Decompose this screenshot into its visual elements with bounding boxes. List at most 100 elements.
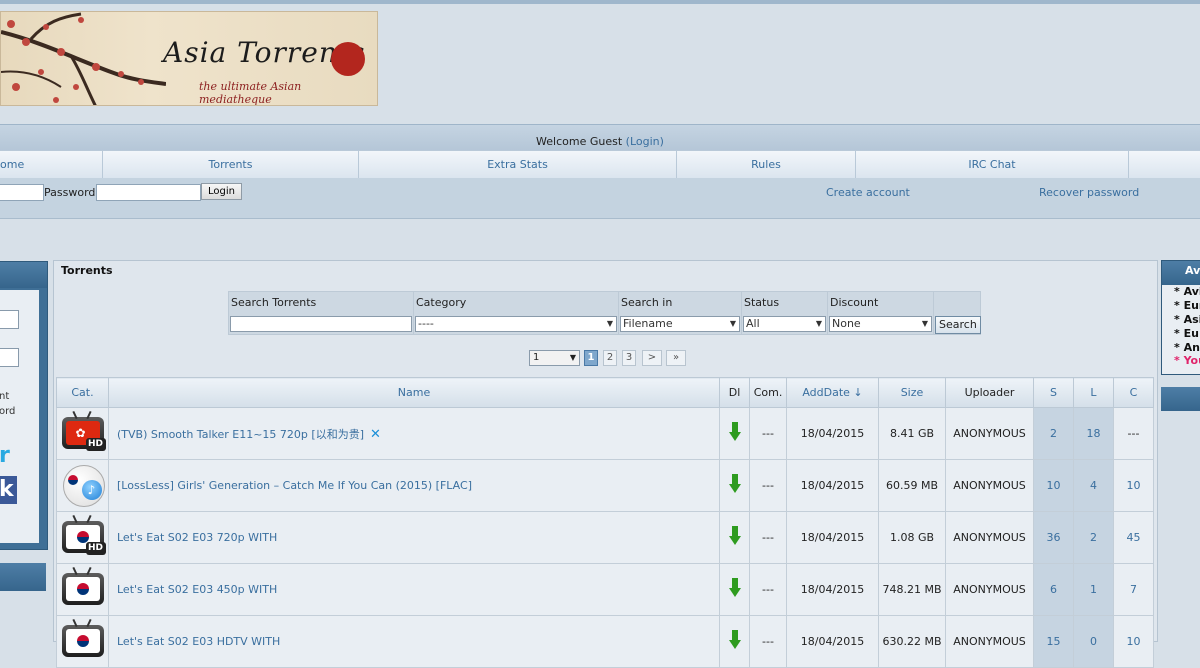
- page-3-button[interactable]: 3: [622, 350, 636, 366]
- download-arrow-icon[interactable]: [728, 422, 741, 441]
- korea-tv-icon[interactable]: [60, 618, 106, 661]
- torrent-name-cell[interactable]: Let's Eat S02 E03 HDTV WITH: [108, 615, 720, 668]
- col-seeders[interactable]: S: [1033, 377, 1074, 408]
- comments-cell[interactable]: ---: [749, 459, 787, 512]
- torrent-name-cell[interactable]: Let's Eat S02 E03 720p WITH: [108, 511, 720, 564]
- table-row: Let's Eat S02 E03 HDTV WITH --- 18/04/20…: [56, 615, 1154, 668]
- col-size[interactable]: Size: [878, 377, 946, 408]
- download-arrow-icon[interactable]: [728, 630, 741, 649]
- seeders-cell[interactable]: 6: [1033, 563, 1074, 616]
- dropdown-arrow-icon: ▼: [921, 319, 928, 328]
- right-panel-item[interactable]: * You: [1174, 354, 1200, 367]
- seeders-cell[interactable]: 36: [1033, 511, 1074, 564]
- torrent-name-link[interactable]: Let's Eat S02 E03 HDTV WITH: [117, 635, 280, 648]
- discount-select[interactable]: None ▼: [829, 316, 932, 332]
- right-panel-item[interactable]: * Eur: [1174, 299, 1200, 312]
- search-torrents-input[interactable]: [230, 316, 412, 332]
- leechers-cell[interactable]: 18: [1073, 407, 1114, 460]
- facebook-icon[interactable]: k: [0, 476, 17, 504]
- uploader-cell: ANONYMOUS: [945, 615, 1034, 668]
- right-panel-item[interactable]: * Eu: [1174, 327, 1199, 340]
- welcome-bar: Welcome Guest (Login): [0, 124, 1200, 151]
- col-name[interactable]: Name: [108, 377, 720, 408]
- torrent-name-link[interactable]: Let's Eat S02 E03 450p WITH: [117, 583, 277, 596]
- table-row: HD Let's Eat S02 E03 720p WITH --- 18/04…: [56, 511, 1154, 564]
- left-sidebar-panel: nt ord r k: [0, 261, 48, 550]
- col-leechers[interactable]: L: [1073, 377, 1114, 408]
- status-select[interactable]: All ▼: [743, 316, 826, 332]
- comments-cell[interactable]: ---: [749, 511, 787, 564]
- torrent-name-link[interactable]: (TVB) Smooth Talker E11~15 720p [以和为贵]: [117, 428, 364, 441]
- leechers-cell[interactable]: 0: [1073, 615, 1114, 668]
- right-panel-item[interactable]: * Asi: [1174, 313, 1200, 326]
- torrent-name-cell[interactable]: [LossLess] Girls' Generation – Catch Me …: [108, 459, 720, 512]
- nav-torrents[interactable]: Torrents: [103, 151, 359, 178]
- create-account-link[interactable]: Create account: [826, 186, 910, 199]
- korea-music-icon[interactable]: ♪: [60, 463, 106, 507]
- nav-home[interactable]: ome: [0, 151, 103, 178]
- completed-cell[interactable]: 10: [1113, 459, 1154, 512]
- uploader-cell: ANONYMOUS: [945, 407, 1034, 460]
- category-cell[interactable]: ♪: [56, 459, 109, 512]
- col-adddate[interactable]: AddDate ↓: [786, 377, 879, 408]
- download-arrow-icon[interactable]: [728, 578, 741, 597]
- password-input[interactable]: [96, 184, 201, 201]
- page-2-button[interactable]: 2: [603, 350, 617, 366]
- comments-cell[interactable]: ---: [749, 563, 787, 616]
- left-panel-field-1[interactable]: [0, 310, 19, 329]
- download-cell[interactable]: [719, 407, 750, 460]
- search-button[interactable]: Search: [935, 316, 981, 334]
- category-cell[interactable]: HD: [56, 511, 109, 564]
- seeders-cell[interactable]: 2: [1033, 407, 1074, 460]
- status-label: Status: [744, 296, 780, 309]
- col-completed[interactable]: C: [1113, 377, 1154, 408]
- torrent-name-cell[interactable]: Let's Eat S02 E03 450p WITH: [108, 563, 720, 616]
- right-panel-item[interactable]: * Avi: [1174, 285, 1200, 298]
- download-arrow-icon[interactable]: [728, 526, 741, 545]
- col-cat[interactable]: Cat.: [56, 377, 109, 408]
- page-1-button[interactable]: 1: [584, 350, 598, 366]
- download-cell[interactable]: [719, 511, 750, 564]
- recover-password-link[interactable]: Recover password: [1039, 186, 1139, 199]
- comments-cell[interactable]: ---: [749, 615, 787, 668]
- category-cell[interactable]: ✿ HD: [56, 407, 109, 460]
- download-cell[interactable]: [719, 615, 750, 668]
- completed-cell[interactable]: 45: [1113, 511, 1154, 564]
- leechers-cell[interactable]: 2: [1073, 511, 1114, 564]
- last-page-button[interactable]: »: [666, 350, 686, 366]
- login-button[interactable]: Login: [201, 183, 242, 200]
- seeders-cell[interactable]: 15: [1033, 615, 1074, 668]
- nav-irc-chat[interactable]: IRC Chat: [856, 151, 1129, 178]
- page-select[interactable]: 1 ▼: [529, 350, 580, 366]
- search-in-select[interactable]: Filename ▼: [620, 316, 740, 332]
- category-select[interactable]: ---- ▼: [415, 316, 617, 332]
- login-link[interactable]: (Login): [626, 135, 664, 148]
- leechers-cell[interactable]: 4: [1073, 459, 1114, 512]
- seeders-cell[interactable]: 10: [1033, 459, 1074, 512]
- category-cell[interactable]: [56, 615, 109, 668]
- username-input[interactable]: [0, 184, 44, 201]
- download-cell[interactable]: [719, 459, 750, 512]
- welcome-text: Welcome Guest: [536, 135, 626, 148]
- download-cell[interactable]: [719, 563, 750, 616]
- torrent-name-link[interactable]: Let's Eat S02 E03 720p WITH: [117, 531, 277, 544]
- search-torrents-cell: Search Torrents: [228, 291, 414, 335]
- torrent-name-link[interactable]: [LossLess] Girls' Generation – Catch Me …: [117, 479, 472, 492]
- korea-hd-tv-icon[interactable]: HD: [60, 514, 106, 557]
- left-panel-field-2[interactable]: [0, 348, 19, 367]
- right-panel-item[interactable]: * Ani: [1174, 341, 1200, 354]
- leechers-cell[interactable]: 1: [1073, 563, 1114, 616]
- next-page-button[interactable]: >: [642, 350, 662, 366]
- completed-cell[interactable]: 7: [1113, 563, 1154, 616]
- site-banner[interactable]: Asia Torrents the ultimate Asian mediath…: [0, 11, 378, 106]
- twitter-icon[interactable]: r: [0, 443, 10, 468]
- completed-cell[interactable]: 10: [1113, 615, 1154, 668]
- hongkong-hd-tv-icon[interactable]: ✿ HD: [60, 410, 106, 453]
- nav-rules[interactable]: Rules: [677, 151, 856, 178]
- download-arrow-icon[interactable]: [728, 474, 741, 493]
- nav-extra-stats[interactable]: Extra Stats: [359, 151, 677, 178]
- torrent-name-cell[interactable]: (TVB) Smooth Talker E11~15 720p [以和为贵] ✕: [108, 407, 720, 460]
- korea-tv-icon[interactable]: [60, 566, 106, 609]
- category-cell[interactable]: [56, 563, 109, 616]
- comments-cell[interactable]: ---: [749, 407, 787, 460]
